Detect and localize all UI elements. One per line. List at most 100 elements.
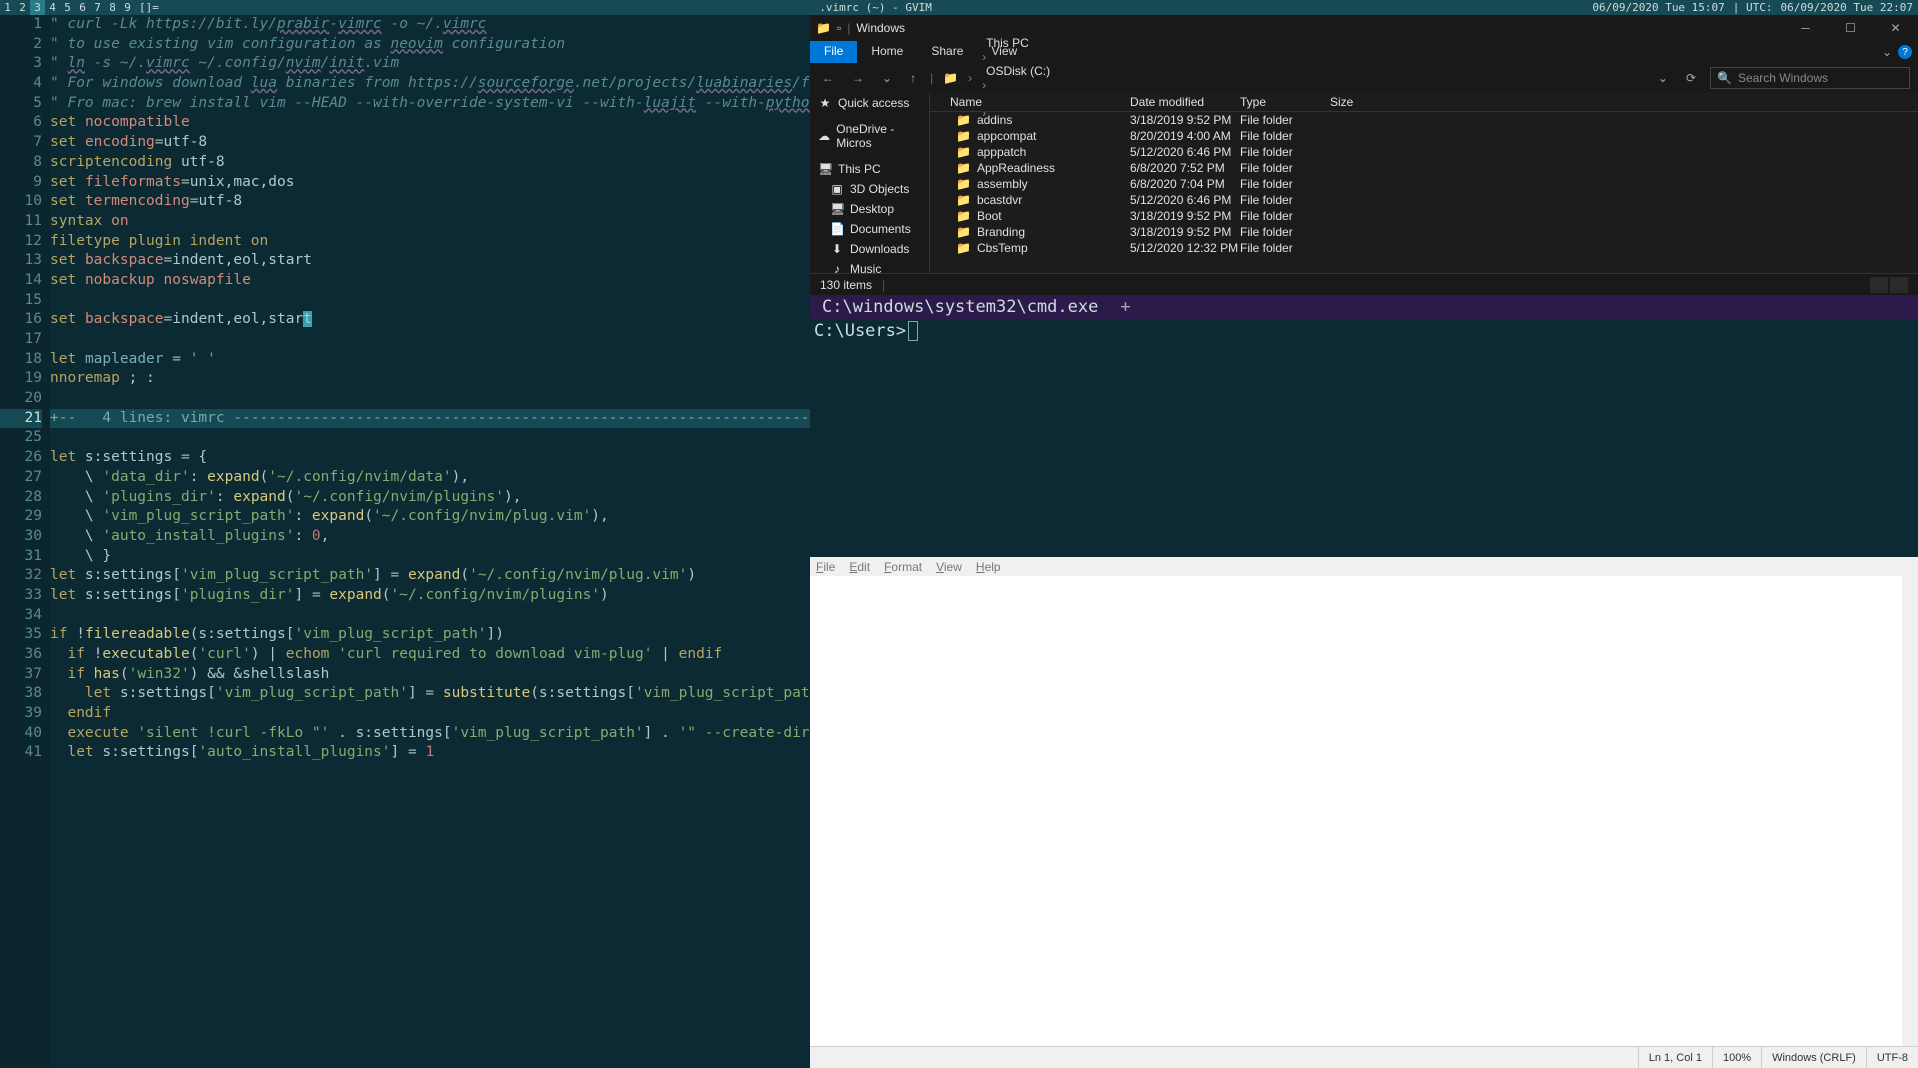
code-line[interactable]: let s:settings['plugins_dir'] = expand('… bbox=[50, 586, 810, 606]
column-header[interactable]: Size bbox=[1330, 95, 1390, 109]
code-line[interactable]: set termencoding=utf-8 bbox=[50, 192, 810, 212]
explorer-save-icon[interactable]: ▫ bbox=[837, 21, 841, 35]
code-line[interactable]: let s:settings = { bbox=[50, 448, 810, 468]
column-headers[interactable]: NameDate modifiedTypeSize bbox=[930, 93, 1918, 112]
search-input[interactable]: 🔍 Search Windows bbox=[1710, 67, 1910, 89]
scrollbar-vertical[interactable] bbox=[1902, 576, 1918, 1046]
close-button[interactable]: ✕ bbox=[1873, 15, 1918, 41]
file-row[interactable]: 📁Boot3/18/2019 9:52 PMFile folder bbox=[930, 208, 1918, 224]
code-line[interactable]: \ 'data_dir': expand('~/.config/nvim/dat… bbox=[50, 468, 810, 488]
sidebar-item[interactable]: ★Quick access bbox=[810, 93, 929, 113]
ribbon-tab-home[interactable]: Home bbox=[857, 41, 917, 63]
code-line[interactable]: \ } bbox=[50, 547, 810, 567]
notepad-window[interactable]: FileEditFormatViewHelp Ln 1, Col 1 100% … bbox=[810, 557, 1918, 1068]
sidebar-item[interactable]: 🖥This PC bbox=[810, 159, 929, 179]
terminal-window[interactable]: C:\windows\system32\cmd.exe + C:\Users> bbox=[810, 295, 1918, 557]
nav-back[interactable]: ← bbox=[818, 71, 838, 85]
column-header[interactable]: Name bbox=[930, 95, 1130, 109]
column-header[interactable]: Type bbox=[1240, 95, 1330, 109]
workspace-tab-3[interactable]: 3 bbox=[30, 0, 45, 15]
file-row[interactable]: 📁appcompat8/20/2019 4:00 AMFile folder bbox=[930, 128, 1918, 144]
terminal-tab[interactable]: C:\windows\system32\cmd.exe bbox=[810, 295, 1110, 319]
sidebar-item[interactable]: 📄Documents bbox=[810, 219, 929, 239]
notepad-menubar[interactable]: File Edit Format View Help bbox=[810, 557, 1918, 576]
file-row[interactable]: 📁bcastdvr5/12/2020 6:46 PMFile folder bbox=[930, 192, 1918, 208]
code-line[interactable]: nnoremap ; : bbox=[50, 369, 810, 389]
code-line[interactable]: if !executable('curl') | echom 'curl req… bbox=[50, 645, 810, 665]
gvim-window[interactable]: 1234567891011121314151617181920212526272… bbox=[0, 15, 810, 1068]
workspace-tab-1[interactable]: 1 bbox=[0, 0, 15, 15]
code-line[interactable]: +-- 4 lines: vimrc ---------------------… bbox=[50, 409, 810, 429]
nav-recent[interactable]: ⌄ bbox=[878, 71, 896, 85]
workspace-tab-5[interactable]: 5 bbox=[60, 0, 75, 15]
code-line[interactable]: let s:settings['auto_install_plugins'] =… bbox=[50, 743, 810, 763]
code-line[interactable]: " to use existing vim configuration as n… bbox=[50, 35, 810, 55]
code-line[interactable]: endif bbox=[50, 704, 810, 724]
menu-edit[interactable]: Edit bbox=[849, 560, 870, 574]
sidebar-item[interactable]: ♪Music bbox=[810, 259, 929, 273]
code-line[interactable] bbox=[50, 428, 810, 448]
sidebar-item[interactable]: ☁OneDrive - Micros bbox=[810, 119, 929, 153]
maximize-button[interactable]: ☐ bbox=[1828, 15, 1873, 41]
file-row[interactable]: 📁AppReadiness6/8/2020 7:52 PMFile folder bbox=[930, 160, 1918, 176]
nav-up[interactable]: ↑ bbox=[906, 71, 920, 85]
view-details-button[interactable] bbox=[1870, 277, 1888, 293]
file-row[interactable]: 📁apppatch5/12/2020 6:46 PMFile folder bbox=[930, 144, 1918, 160]
workspace-tab-8[interactable]: 8 bbox=[105, 0, 120, 15]
code-line[interactable]: if !filereadable(s:settings['vim_plug_sc… bbox=[50, 625, 810, 645]
code-line[interactable]: set nobackup noswapfile bbox=[50, 271, 810, 291]
menu-format[interactable]: Format bbox=[884, 560, 922, 574]
ribbon-tab-share[interactable]: Share bbox=[917, 41, 977, 63]
column-header[interactable]: Date modified bbox=[1130, 95, 1240, 109]
code-line[interactable]: set backspace=indent,eol,start bbox=[50, 310, 810, 330]
minimize-button[interactable]: ─ bbox=[1783, 15, 1828, 41]
menu-help[interactable]: Help bbox=[976, 560, 1001, 574]
code-line[interactable]: " Fro mac: brew install vim --HEAD --wit… bbox=[50, 94, 810, 114]
file-row[interactable]: 📁Branding3/18/2019 9:52 PMFile folder bbox=[930, 224, 1918, 240]
sidebar-item[interactable]: ▣3D Objects bbox=[810, 179, 929, 199]
ribbon-expand[interactable]: ⌄ bbox=[1882, 45, 1892, 59]
code-line[interactable] bbox=[50, 291, 810, 311]
code-line[interactable]: execute 'silent !curl -fkLo "' . s:setti… bbox=[50, 724, 810, 744]
refresh-icon[interactable]: ⟳ bbox=[1682, 71, 1700, 85]
workspace-tab-7[interactable]: 7 bbox=[90, 0, 105, 15]
terminal-add-tab[interactable]: + bbox=[1110, 297, 1140, 317]
nav-forward[interactable]: → bbox=[848, 71, 868, 85]
code-line[interactable]: if has('win32') && &shellslash bbox=[50, 665, 810, 685]
workspace-tab-4[interactable]: 4 bbox=[45, 0, 60, 15]
code-line[interactable]: " curl -Lk https://bit.ly/prabir-vimrc -… bbox=[50, 15, 810, 35]
code-line[interactable]: \ 'vim_plug_script_path': expand('~/.con… bbox=[50, 507, 810, 527]
code-line[interactable]: \ 'auto_install_plugins': 0, bbox=[50, 527, 810, 547]
explorer-sidebar[interactable]: ★Quick access ☁OneDrive - Micros 🖥This PC▣… bbox=[810, 93, 930, 273]
code-line[interactable] bbox=[50, 330, 810, 350]
code-line[interactable]: \ 'plugins_dir': expand('~/.config/nvim/… bbox=[50, 488, 810, 508]
code-line[interactable]: let s:settings['vim_plug_script_path'] =… bbox=[50, 566, 810, 586]
code-line[interactable]: " For windows download lua binaries from… bbox=[50, 74, 810, 94]
code-line[interactable] bbox=[50, 389, 810, 409]
file-row[interactable]: 📁addins3/18/2019 9:52 PMFile folder bbox=[930, 112, 1918, 128]
code-line[interactable]: set fileformats=unix,mac,dos bbox=[50, 173, 810, 193]
menu-view[interactable]: View bbox=[936, 560, 962, 574]
code-line[interactable]: set encoding=utf-8 bbox=[50, 133, 810, 153]
terminal-body[interactable]: C:\Users> bbox=[810, 319, 1918, 557]
workspace-tab-9[interactable]: 9 bbox=[120, 0, 135, 15]
code-line[interactable]: filetype plugin indent on bbox=[50, 232, 810, 252]
view-icons-button[interactable] bbox=[1890, 277, 1908, 293]
menu-file[interactable]: File bbox=[816, 560, 835, 574]
code-line[interactable]: scriptencoding utf-8 bbox=[50, 153, 810, 173]
breadcrumb-item[interactable]: OSDisk (C:) bbox=[982, 64, 1054, 78]
help-icon[interactable]: ? bbox=[1898, 45, 1912, 59]
file-row[interactable]: 📁CbsTemp5/12/2020 12:32 PMFile folder bbox=[930, 240, 1918, 256]
sidebar-item[interactable]: 🖥Desktop bbox=[810, 199, 929, 219]
workspace-tab-2[interactable]: 2 bbox=[15, 0, 30, 15]
sidebar-item[interactable]: ⬇Downloads bbox=[810, 239, 929, 259]
code-line[interactable]: syntax on bbox=[50, 212, 810, 232]
code-area[interactable]: " curl -Lk https://bit.ly/prabir-vimrc -… bbox=[50, 15, 810, 1068]
file-list[interactable]: NameDate modifiedTypeSize 📁addins3/18/20… bbox=[930, 93, 1918, 273]
notepad-textarea[interactable] bbox=[810, 576, 1918, 1046]
code-line[interactable]: set nocompatible bbox=[50, 113, 810, 133]
workspace-tab-6[interactable]: 6 bbox=[75, 0, 90, 15]
ribbon-tab-file[interactable]: File bbox=[810, 41, 857, 63]
code-line[interactable] bbox=[50, 606, 810, 626]
file-explorer[interactable]: 📁 ▫ | Windows ─ ☐ ✕ FileHomeShareView⌄? … bbox=[810, 15, 1918, 295]
